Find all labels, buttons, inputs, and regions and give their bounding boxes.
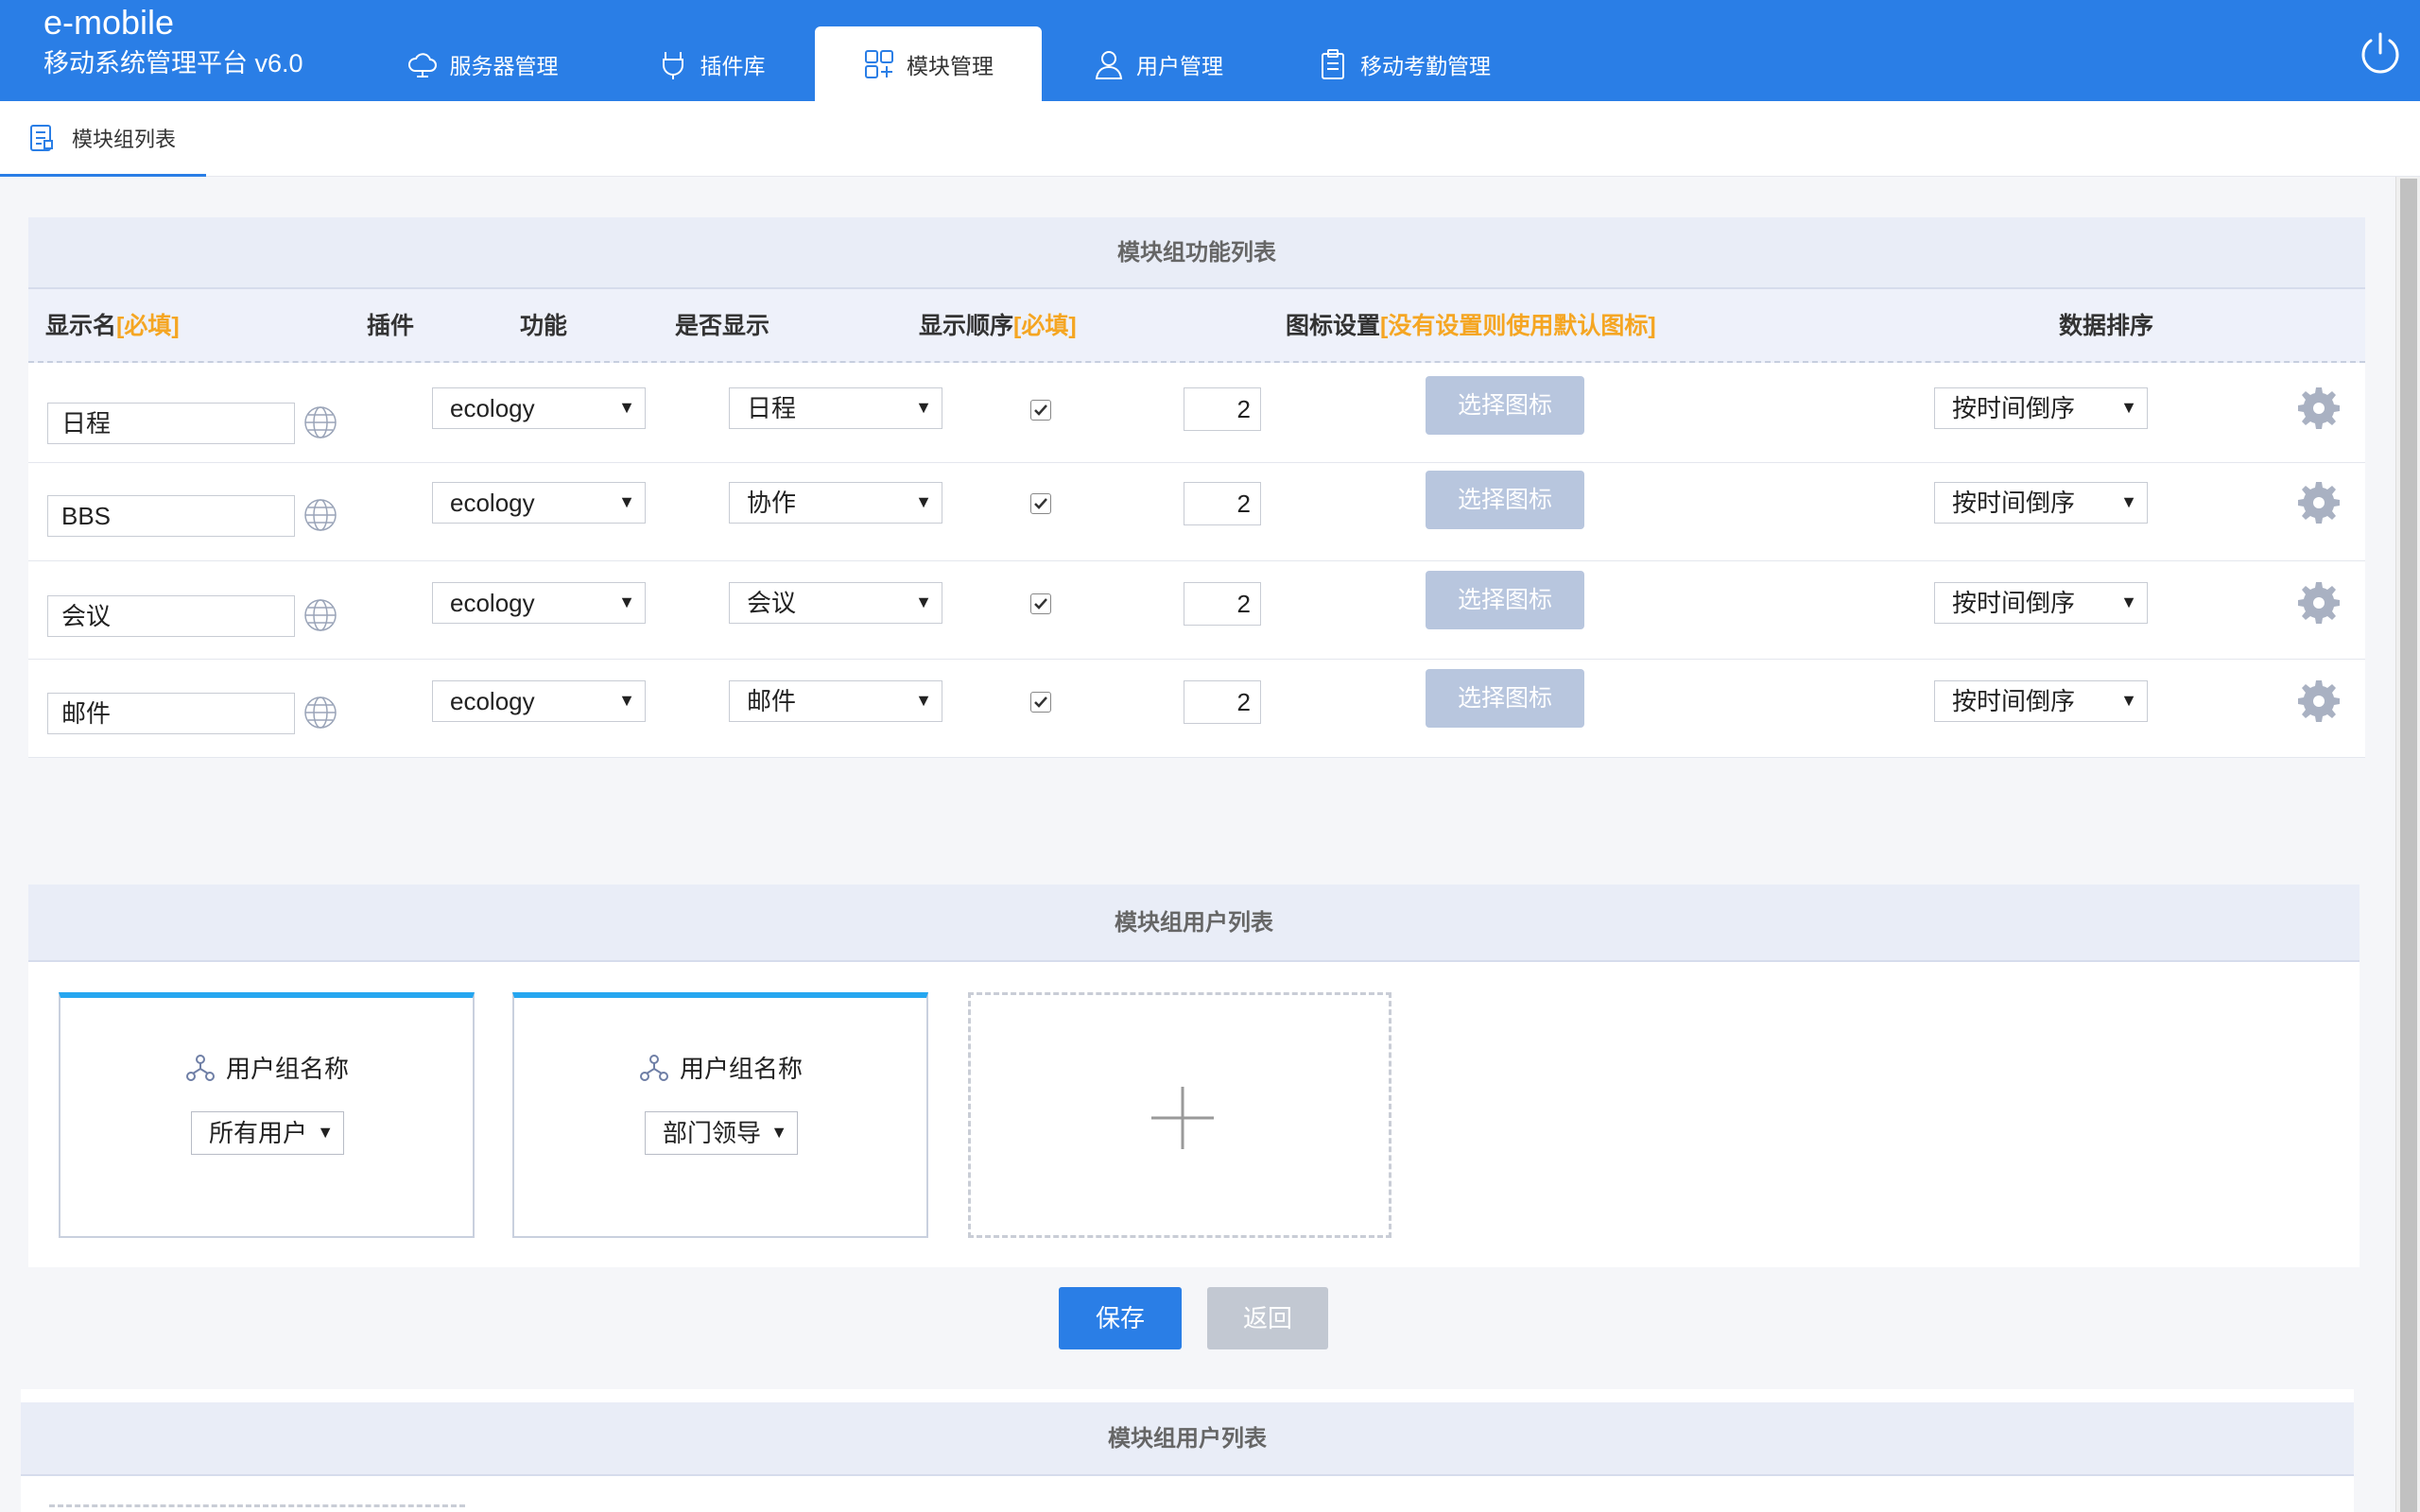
select-icon-button[interactable]: 选择图标 xyxy=(1426,669,1584,728)
column-visible: 是否显示 xyxy=(675,313,770,339)
function-select[interactable]: 协作 ▼ xyxy=(729,482,942,524)
column-icon-settings: 图标设置[没有设置则使用默认图标] xyxy=(1286,313,1656,339)
table-row: 邮件 ecology ▼ 邮件 ▼ 2 选择图标 按时间倒序 ▼ xyxy=(28,660,2365,758)
column-data-sort: 数据排序 xyxy=(2059,313,2154,339)
order-input[interactable]: 2 xyxy=(1184,387,1261,431)
display-name-input[interactable]: 邮件 xyxy=(47,693,295,734)
user-group-select[interactable]: 部门领导 ▼ xyxy=(645,1111,799,1155)
plus-icon xyxy=(1151,1087,1214,1149)
save-button[interactable]: 保存 xyxy=(1059,1287,1182,1349)
panel-title: 模块组用户列表 xyxy=(28,885,2360,962)
display-name-input[interactable]: 会议 xyxy=(47,595,295,637)
user-group-select[interactable]: 所有用户 ▼ xyxy=(191,1111,345,1155)
table-row: BBS ecology ▼ 协作 ▼ 2 选择图标 按时间倒序 ▼ xyxy=(28,463,2365,561)
add-user-group-button[interactable] xyxy=(968,992,1392,1238)
data-sort-select[interactable]: 按时间倒序 ▼ xyxy=(1934,680,2148,722)
card-border-partial xyxy=(49,1504,465,1507)
function-select[interactable]: 日程 ▼ xyxy=(729,387,942,429)
gear-icon[interactable] xyxy=(2295,678,2342,725)
select-icon-button[interactable]: 选择图标 xyxy=(1426,471,1584,529)
brand-name: e-mobile xyxy=(43,3,175,42)
plugin-select[interactable]: ecology ▼ xyxy=(432,582,646,624)
column-function: 功能 xyxy=(520,313,568,339)
nav-tab-label: 移动考勤管理 xyxy=(1360,53,1491,78)
nav-tab-label: 模块管理 xyxy=(907,53,994,78)
nav-tab-label: 插件库 xyxy=(700,53,766,78)
nav-tab-label: 用户管理 xyxy=(1136,53,1223,78)
user-group-label: 用户组名称 xyxy=(60,1050,473,1085)
order-input[interactable]: 2 xyxy=(1184,680,1261,724)
globe-icon[interactable] xyxy=(302,404,338,440)
function-select[interactable]: 会议 ▼ xyxy=(729,582,942,624)
column-order: 显示顺序[必填] xyxy=(919,313,1077,339)
plugin-select[interactable]: ecology ▼ xyxy=(432,680,646,722)
data-sort-select[interactable]: 按时间倒序 ▼ xyxy=(1934,482,2148,524)
select-icon-button[interactable]: 选择图标 xyxy=(1426,376,1584,435)
plugin-select[interactable]: ecology ▼ xyxy=(432,387,646,429)
module-user-list-panel: 模块组用户列表 用户组名称 所有用户 ▼ 用户组名称 部门领导 ▼ xyxy=(28,885,2360,1267)
data-sort-select[interactable]: 按时间倒序 ▼ xyxy=(1934,582,2148,624)
gear-icon[interactable] xyxy=(2295,385,2342,432)
nav-tab-plugins[interactable]: 插件库 xyxy=(631,26,790,101)
cloud-icon xyxy=(407,52,437,77)
vertical-scrollbar[interactable] xyxy=(2395,177,2420,1512)
user-group-card: 用户组名称 所有用户 ▼ xyxy=(59,992,475,1238)
visible-checkbox[interactable] xyxy=(1030,692,1051,713)
user-icon xyxy=(1095,50,1123,79)
brand-subtitle: 移动系统管理平台 v6.0 xyxy=(43,49,303,77)
table-row: 日程 ecology ▼ 日程 ▼ 2 选择图标 按时间倒序 ▼ xyxy=(28,365,2365,463)
visible-checkbox[interactable] xyxy=(1030,593,1051,614)
gear-icon[interactable] xyxy=(2295,479,2342,526)
table-row: 会议 ecology ▼ 会议 ▼ 2 选择图标 按时间倒序 ▼ xyxy=(28,561,2365,660)
top-header: e-mobile 移动系统管理平台 v6.0 服务器管理 插件库 模块管理 用户… xyxy=(0,0,2420,101)
plugin-select[interactable]: ecology ▼ xyxy=(432,482,646,524)
sub-tab-bar: 模块组列表 xyxy=(0,101,2420,177)
module-user-list-panel-2: 模块组用户列表 xyxy=(21,1389,2354,1512)
column-display-name: 显示名[必填] xyxy=(45,313,180,339)
function-select[interactable]: 邮件 ▼ xyxy=(729,680,942,722)
display-name-input[interactable]: 日程 xyxy=(47,403,295,444)
gear-icon[interactable] xyxy=(2295,579,2342,627)
panel-title: 模块组功能列表 xyxy=(28,217,2365,289)
order-input[interactable]: 2 xyxy=(1184,482,1261,525)
document-list-icon xyxy=(30,124,53,151)
column-plugin: 插件 xyxy=(367,313,415,339)
power-icon[interactable] xyxy=(2356,28,2405,77)
globe-icon[interactable] xyxy=(302,695,338,730)
order-input[interactable]: 2 xyxy=(1184,582,1261,626)
nav-tab-server-management[interactable]: 服务器管理 xyxy=(388,26,577,101)
module-function-list-panel: 模块组功能列表 显示名[必填] 插件 功能 是否显示 显示顺序[必填] 图标设置… xyxy=(28,217,2365,758)
visible-checkbox[interactable] xyxy=(1030,493,1051,514)
user-group-card: 用户组名称 部门领导 ▼ xyxy=(512,992,928,1238)
modules-icon xyxy=(865,49,893,78)
globe-icon[interactable] xyxy=(302,597,338,633)
panel-title: 模块组用户列表 xyxy=(21,1402,2354,1476)
data-sort-select[interactable]: 按时间倒序 ▼ xyxy=(1934,387,2148,429)
nav-tab-label: 服务器管理 xyxy=(449,53,559,78)
user-group-label: 用户组名称 xyxy=(514,1050,926,1085)
visible-checkbox[interactable] xyxy=(1030,400,1051,421)
select-icon-button[interactable]: 选择图标 xyxy=(1426,571,1584,629)
display-name-input[interactable]: BBS xyxy=(47,495,295,537)
scrollbar-thumb[interactable] xyxy=(2400,179,2417,1512)
table-header: 显示名[必填] 插件 功能 是否显示 显示顺序[必填] 图标设置[没有设置则使用… xyxy=(28,289,2365,363)
globe-icon[interactable] xyxy=(302,497,338,533)
subtab-label: 模块组列表 xyxy=(72,127,177,151)
plug-icon xyxy=(662,51,683,79)
user-group-icon xyxy=(639,1054,668,1081)
user-group-icon xyxy=(185,1054,215,1081)
nav-tab-attendance-management[interactable]: 移动考勤管理 xyxy=(1305,26,1503,101)
back-button[interactable]: 返回 xyxy=(1207,1287,1328,1349)
nav-tab-module-management[interactable]: 模块管理 xyxy=(815,26,1042,101)
clipboard-icon xyxy=(1322,48,1344,79)
nav-tab-user-management[interactable]: 用户管理 xyxy=(1078,26,1238,101)
subtab-module-group-list[interactable]: 模块组列表 xyxy=(0,101,206,177)
